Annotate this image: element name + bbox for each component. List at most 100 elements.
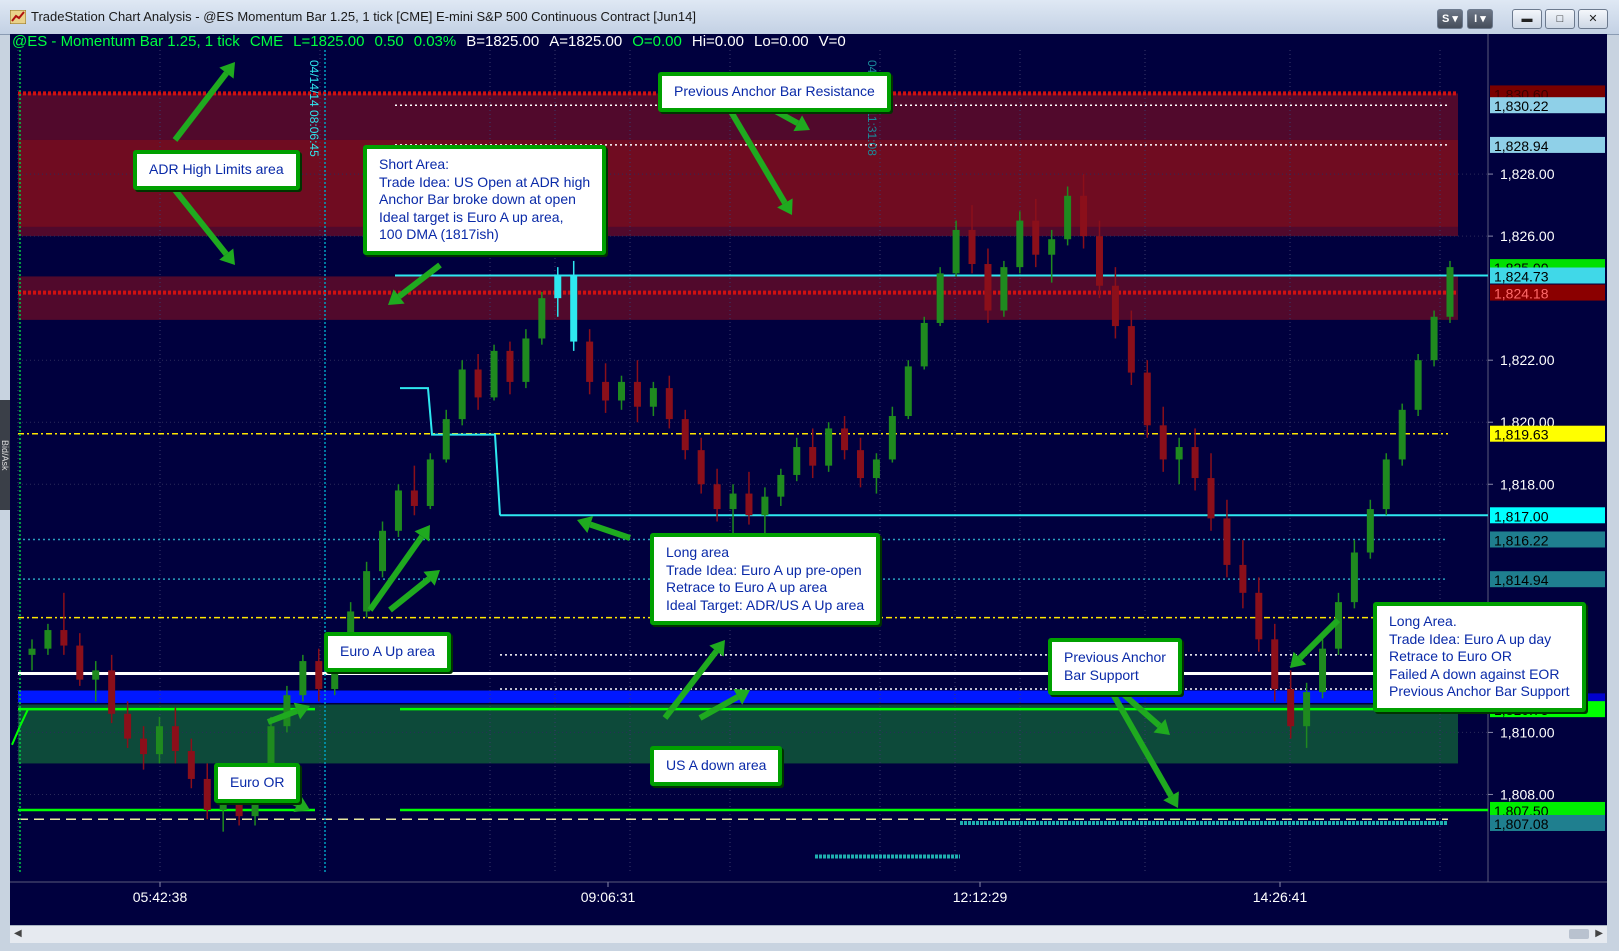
annotation-arrow xyxy=(589,521,631,541)
callout-line: US A down area xyxy=(666,757,767,773)
tradestation-app-icon xyxy=(10,10,26,24)
candle-body xyxy=(1191,447,1199,479)
window-titlebar: TradeStation Chart Analysis - @ES Moment… xyxy=(0,0,1619,35)
window-title: TradeStation Chart Analysis - @ES Moment… xyxy=(31,9,696,24)
candle-body xyxy=(474,369,482,398)
candle-body xyxy=(1048,239,1056,255)
candle-body xyxy=(1159,425,1167,460)
candle-body xyxy=(28,648,36,655)
candle-body xyxy=(187,751,195,779)
candle-body xyxy=(458,369,466,420)
candle-body xyxy=(841,428,849,451)
price-label-text: 1,817.00 xyxy=(1494,508,1549,524)
annotation-arrow xyxy=(1297,617,1341,661)
callout-line: Anchor Bar broke down at open xyxy=(379,191,576,207)
scroll-thumb[interactable] xyxy=(1569,929,1589,939)
candle-body xyxy=(44,630,52,649)
candle-body xyxy=(793,447,801,475)
x-tick-label: 14:26:41 xyxy=(1253,889,1308,905)
candle-body xyxy=(171,726,179,752)
candle-body xyxy=(920,322,928,367)
close-icon[interactable]: ✕ xyxy=(1578,9,1608,29)
candle-body xyxy=(1175,447,1183,460)
callout-line: Long Area. xyxy=(1389,613,1457,629)
candle-body xyxy=(1255,592,1263,640)
price-label-text: 1,819.63 xyxy=(1494,427,1549,443)
exchange-label: CME xyxy=(249,33,284,50)
x-tick-label: 05:42:38 xyxy=(133,889,188,905)
callout-line: Previous Anchor Bar Support xyxy=(1389,683,1570,699)
price-label-text: 1,824.73 xyxy=(1494,269,1549,285)
candle-body xyxy=(1350,552,1358,603)
price-label-text: 1,828.94 xyxy=(1494,138,1549,154)
callout-line: Euro A Up area xyxy=(340,643,435,659)
y-tick-label: 1,818.00 xyxy=(1500,476,1555,492)
x-tick-label: 09:06:31 xyxy=(581,889,636,905)
callout-line: ADR High Limits area xyxy=(149,161,284,177)
price-label-text: 1,830.22 xyxy=(1494,98,1549,114)
candle-body xyxy=(1446,267,1454,317)
candle-body xyxy=(713,484,721,510)
candle-body xyxy=(140,738,148,755)
annotation-arrow xyxy=(367,534,425,612)
ask-price: A=1825.00 xyxy=(549,33,623,50)
candle-body xyxy=(155,726,163,755)
callout-long-area-euro: Long area Trade Idea: Euro A up pre-open… xyxy=(650,533,881,625)
candle-body xyxy=(1080,195,1088,237)
callout-long-area-eor: Long Area. Trade Idea: Euro A up day Ret… xyxy=(1373,602,1586,712)
candle-body xyxy=(426,459,434,506)
candle-body xyxy=(490,350,498,398)
callout-euro-a-up-area: Euro A Up area xyxy=(324,632,451,672)
percent-change: 0.03% xyxy=(413,33,457,50)
bid-ask-side-tab[interactable]: Bid/Ask xyxy=(0,400,10,510)
candle-body xyxy=(1016,220,1024,268)
callout-line: Bar Support xyxy=(1064,666,1139,683)
candle-body xyxy=(108,670,116,714)
candle-body xyxy=(856,450,864,479)
callout-line: Ideal target is Euro A up area, xyxy=(379,208,564,225)
candle-body xyxy=(1223,518,1231,565)
candle-body xyxy=(665,388,673,420)
y-tick-label: 1,822.00 xyxy=(1500,352,1555,368)
minimize-icon[interactable]: ▬ xyxy=(1512,9,1542,29)
us-a-down-band xyxy=(18,690,1498,703)
candle-body xyxy=(586,341,594,382)
candle-body xyxy=(777,474,785,497)
candle-body xyxy=(1287,688,1295,727)
i-menu-button[interactable]: I ▾ xyxy=(1467,9,1493,29)
callout-line: Ideal Target: ADR/US A Up area xyxy=(666,596,865,613)
candle-body xyxy=(522,338,530,382)
candle-body xyxy=(825,428,833,466)
scroll-left-icon[interactable]: ◀ xyxy=(14,928,22,939)
vertical-timestamp-open: 04/14/14 08:06:45 xyxy=(307,60,321,157)
price-label-text: 1,824.18 xyxy=(1494,286,1549,302)
callout-line: Trade Idea: US Open at ADR high xyxy=(379,173,591,190)
net-change: 0.50 xyxy=(374,33,404,50)
callout-line: Previous Anchor Bar Resistance xyxy=(674,83,875,99)
candle-body xyxy=(761,496,769,516)
callout-previous-anchor-resistance: Previous Anchor Bar Resistance xyxy=(658,72,891,112)
low-price: Lo=0.00 xyxy=(753,33,809,50)
candle-body xyxy=(124,713,132,739)
candle-body xyxy=(618,381,626,401)
candle-body xyxy=(649,388,657,407)
maximize-icon[interactable]: □ xyxy=(1545,9,1575,29)
candle-body xyxy=(1032,220,1040,255)
bid-price: B=1825.00 xyxy=(466,33,540,50)
candle-body xyxy=(697,450,705,485)
candle-body xyxy=(554,276,562,299)
callout-line: Long area xyxy=(666,544,730,560)
symbol-bar: @ES - Momentum Bar 1.25, 1 tick CME L=1825… xyxy=(12,33,856,53)
scroll-right-icon[interactable]: ▶ xyxy=(1595,928,1603,939)
x-tick-label: 12:12:29 xyxy=(953,889,1008,905)
candle-body xyxy=(745,493,753,516)
callout-short-area: Short Area: Trade Idea: US Open at ADR h… xyxy=(363,145,607,255)
candle-body xyxy=(1095,236,1103,286)
candle-body xyxy=(984,264,992,311)
candle-body xyxy=(872,459,880,479)
horizontal-scrollbar[interactable]: ◀ ▶ xyxy=(10,925,1607,943)
candle-body xyxy=(904,366,912,417)
s-menu-button[interactable]: S ▾ xyxy=(1437,9,1463,29)
anchor-resistance-zone xyxy=(18,276,1458,320)
callout-euro-or: Euro OR xyxy=(214,763,301,803)
